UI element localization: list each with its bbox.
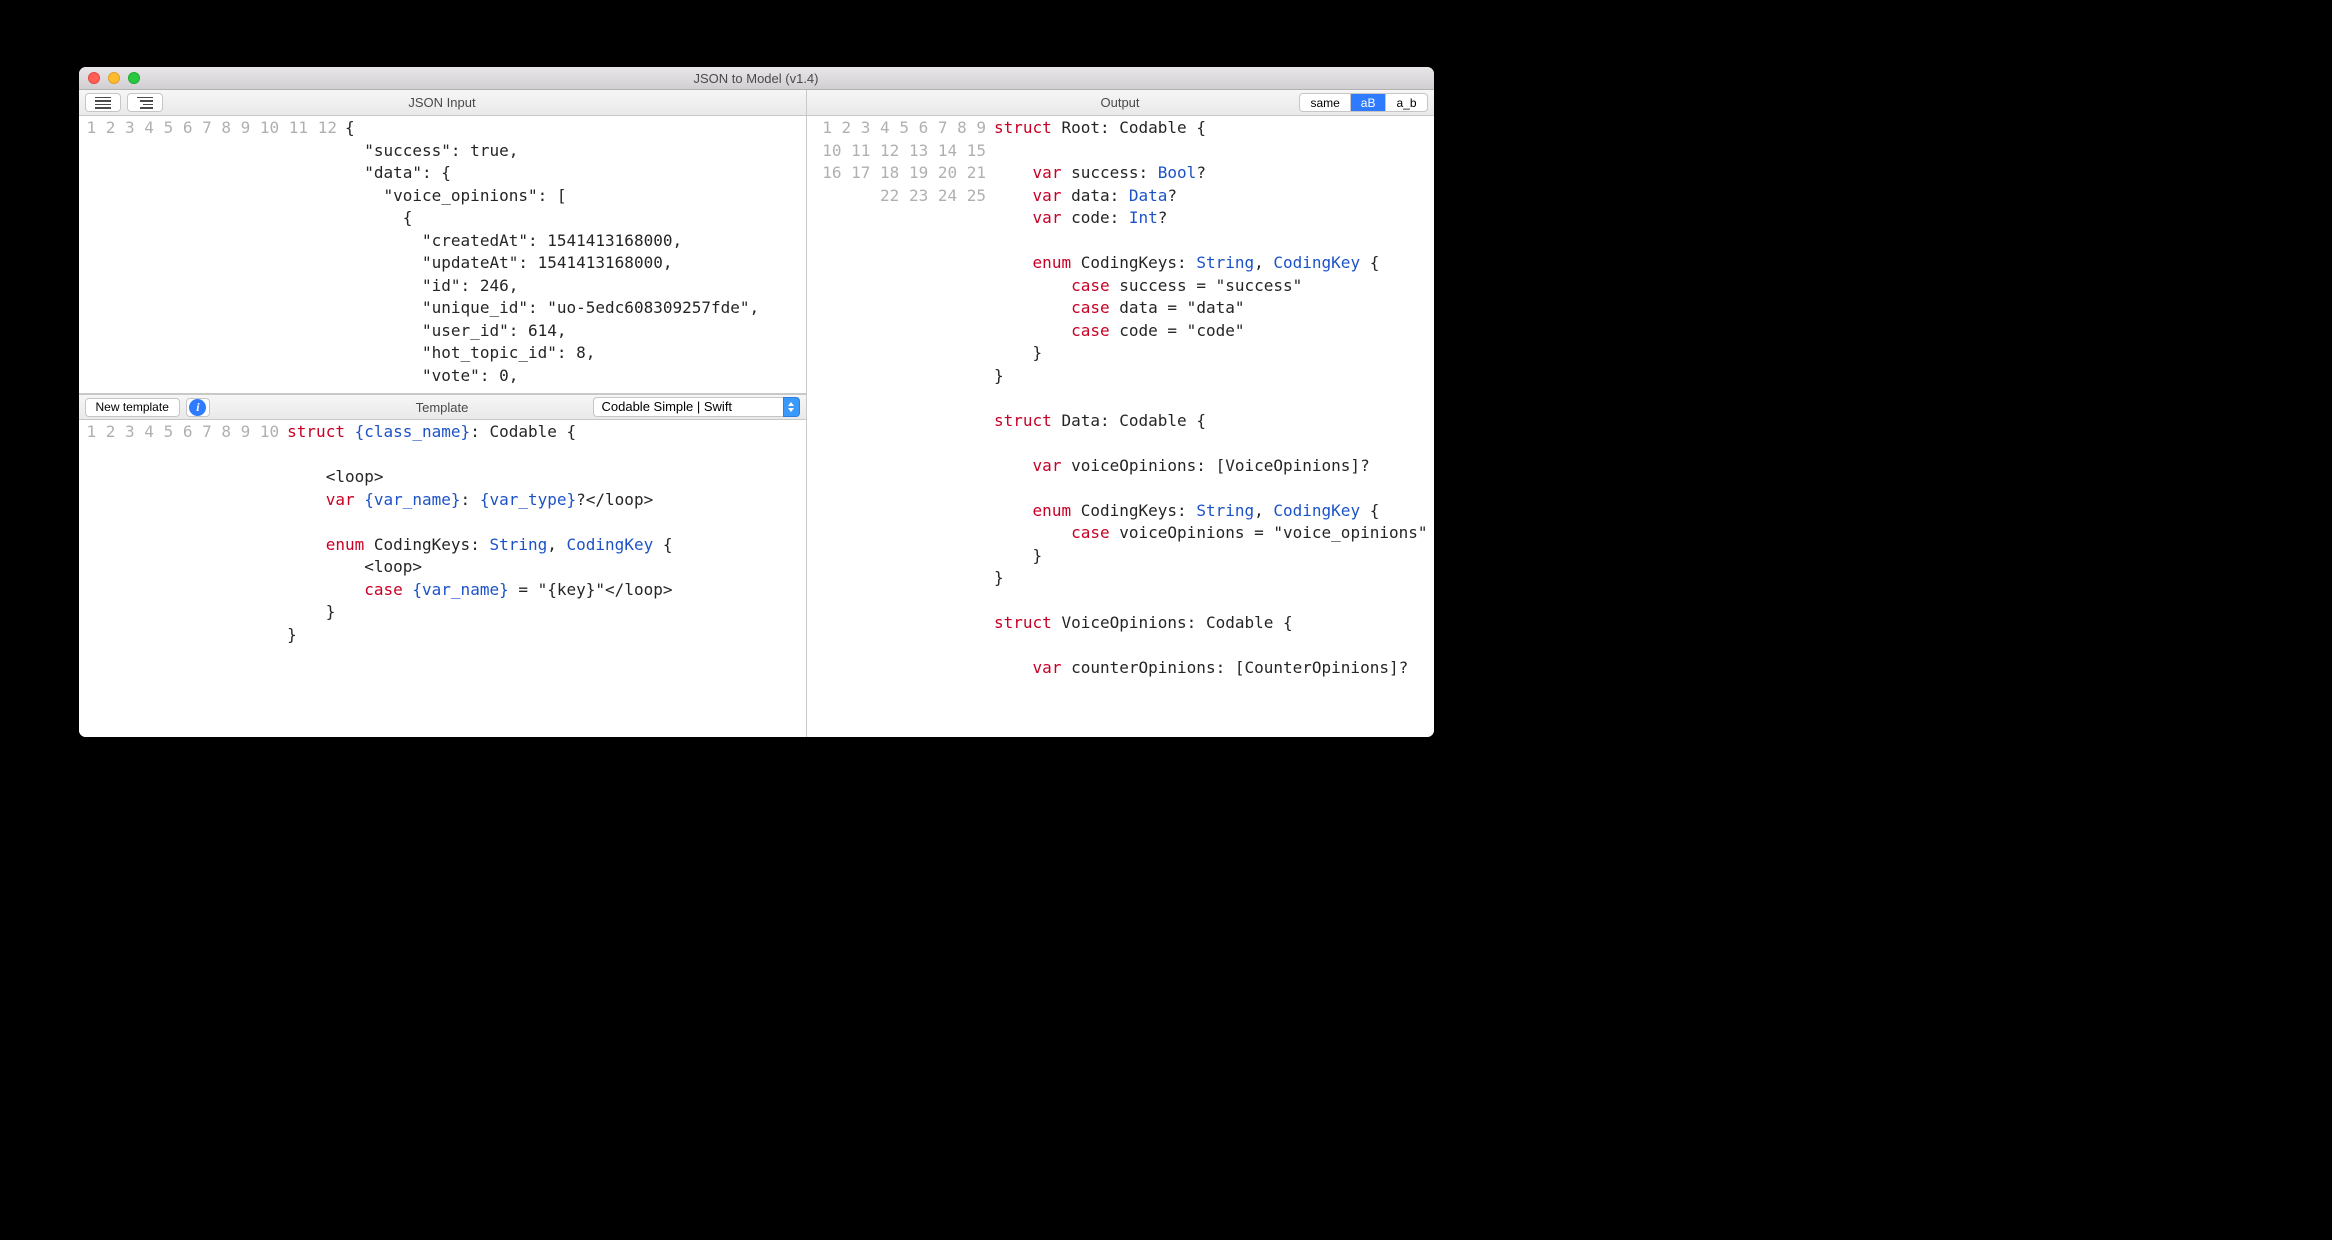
json-input-gutter: 1 2 3 4 5 6 7 8 9 10 11 12	[79, 116, 343, 393]
output-editor[interactable]: 1 2 3 4 5 6 7 8 9 10 11 12 13 14 15 16 1…	[807, 116, 1434, 737]
indent-icon	[137, 97, 153, 109]
output-toolbar: Output sameaBa_b	[807, 90, 1434, 116]
case-option-a_b[interactable]: a_b	[1386, 94, 1426, 111]
close-icon[interactable]	[88, 72, 100, 84]
info-button[interactable]: i	[186, 398, 210, 417]
stepper-icon[interactable]	[783, 397, 800, 417]
case-segmented-control[interactable]: sameaBa_b	[1299, 93, 1427, 112]
json-input-editor[interactable]: 1 2 3 4 5 6 7 8 9 10 11 12 { "success": …	[79, 116, 806, 394]
traffic-lights	[79, 72, 140, 84]
output-gutter: 1 2 3 4 5 6 7 8 9 10 11 12 13 14 15 16 1…	[807, 116, 993, 737]
app-window: JSON to Model (v1.4) JSON Input 1 2 3 4 …	[79, 67, 1434, 737]
indent-button[interactable]	[127, 93, 163, 112]
template-selector-value[interactable]: Codable Simple | Swift	[593, 397, 783, 417]
template-code[interactable]: struct {class_name}: Codable { <loop> va…	[285, 420, 678, 737]
output-code[interactable]: struct Root: Codable { var success: Bool…	[992, 116, 1433, 737]
minimize-icon[interactable]	[108, 72, 120, 84]
left-column: JSON Input 1 2 3 4 5 6 7 8 9 10 11 12 { …	[79, 90, 807, 737]
json-input-code[interactable]: { "success": true, "data": { "voice_opin…	[343, 116, 765, 393]
window-body: JSON Input 1 2 3 4 5 6 7 8 9 10 11 12 { …	[79, 90, 1434, 737]
template-editor[interactable]: 1 2 3 4 5 6 7 8 9 10 struct {class_name}…	[79, 420, 806, 737]
template-gutter: 1 2 3 4 5 6 7 8 9 10	[79, 420, 286, 737]
format-button[interactable]	[85, 93, 121, 112]
info-icon: i	[189, 399, 206, 416]
template-selector[interactable]: Codable Simple | Swift	[593, 397, 800, 417]
window-title: JSON to Model (v1.4)	[79, 71, 1434, 86]
zoom-icon[interactable]	[128, 72, 140, 84]
new-template-button[interactable]: New template	[85, 398, 180, 417]
justify-icon	[95, 97, 111, 109]
case-option-same[interactable]: same	[1300, 94, 1350, 111]
right-column: Output sameaBa_b 1 2 3 4 5 6 7 8 9 10 11…	[807, 90, 1434, 737]
json-input-toolbar: JSON Input	[79, 90, 806, 116]
template-toolbar: New template i Template Codable Simple |…	[79, 394, 806, 420]
case-option-aB[interactable]: aB	[1351, 94, 1387, 111]
json-input-label: JSON Input	[79, 95, 806, 110]
titlebar[interactable]: JSON to Model (v1.4)	[79, 67, 1434, 90]
